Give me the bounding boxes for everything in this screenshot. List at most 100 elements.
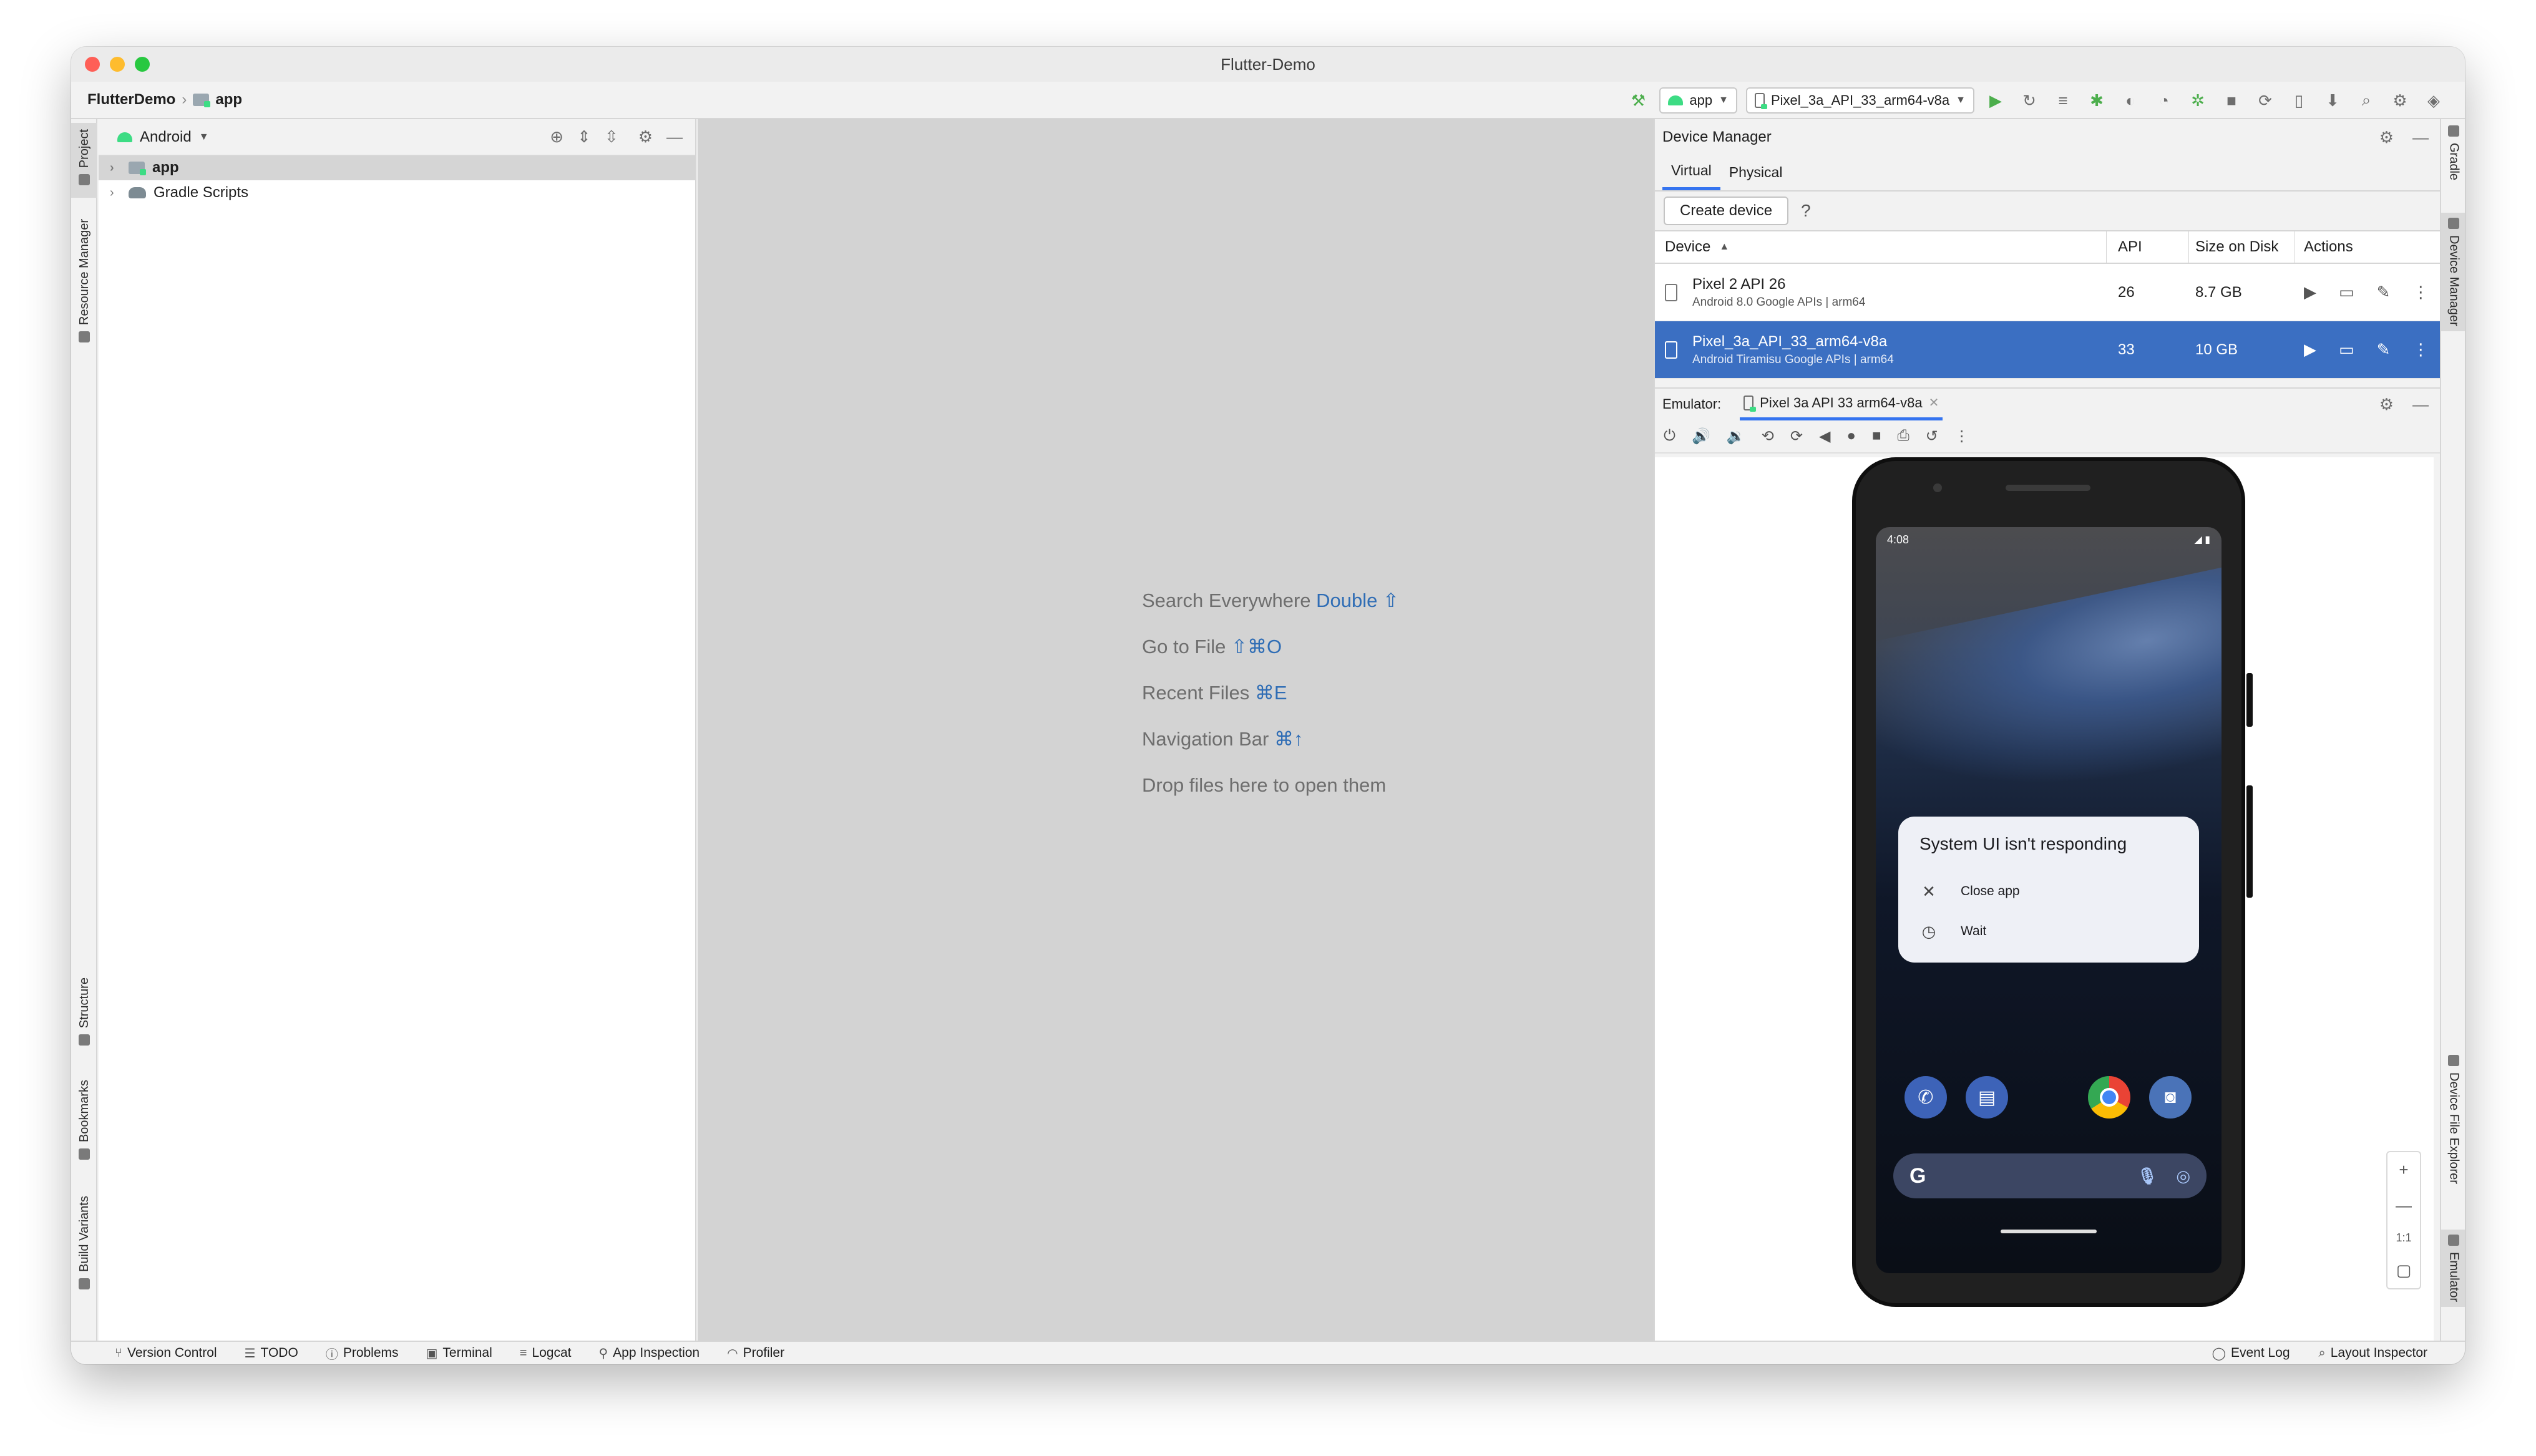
more-vert-icon[interactable]: ⋮	[2412, 340, 2429, 359]
column-header-size[interactable]: Size on Disk	[2189, 231, 2295, 263]
hide-panel-icon[interactable]: —	[2412, 128, 2429, 147]
zoom-actual-size-button[interactable]: 1:1	[2396, 1231, 2411, 1245]
overview-icon[interactable]: ■	[1872, 427, 1881, 445]
help-icon[interactable]: ?	[1801, 201, 1811, 221]
chevron-right-icon[interactable]: ›	[110, 186, 121, 200]
chevron-right-icon[interactable]: ›	[110, 161, 121, 175]
zoom-in-icon[interactable]: +	[2399, 1160, 2408, 1180]
back-icon[interactable]: ◀	[1819, 427, 1830, 445]
more-vert-icon[interactable]: ⋮	[2412, 283, 2429, 302]
launch-icon[interactable]: ▶	[2304, 340, 2316, 359]
gear-icon[interactable]: ⚙	[2379, 128, 2394, 147]
folder-open-icon[interactable]: ▭	[2339, 283, 2354, 302]
device-select[interactable]: Pixel_3a_API_33_arm64-v8a ▼	[1745, 87, 1974, 114]
tab-virtual[interactable]: Virtual	[1662, 154, 1720, 190]
google-search-bar[interactable]: G 🎙 ◎	[1893, 1153, 2207, 1198]
collapse-all-icon[interactable]: ⇳	[605, 127, 618, 147]
table-row[interactable]: Pixel 2 API 26 Android 8.0 Google APIs |…	[1655, 264, 2440, 321]
zoom-fit-icon[interactable]: ▢	[2396, 1261, 2412, 1280]
emulator-tab[interactable]: Pixel 3a API 33 arm64-v8a ✕	[1740, 388, 1943, 420]
edit-icon[interactable]: ✎	[2377, 283, 2391, 302]
zoom-out-icon[interactable]: —	[2396, 1196, 2412, 1215]
close-icon[interactable]: ✕	[1929, 395, 1939, 410]
apply-code-changes-icon[interactable]: ≡	[2051, 88, 2075, 113]
snapshot-icon[interactable]: ↺	[1926, 427, 1938, 445]
stop-icon[interactable]: ■	[2219, 88, 2244, 113]
tab-problems[interactable]: ⓘ Problems	[326, 1344, 399, 1362]
breadcrumb-project[interactable]: FlutterDemo	[87, 91, 175, 109]
tab-build-variants[interactable]: Build Variants	[71, 1196, 97, 1289]
launch-icon[interactable]: ▶	[2304, 283, 2316, 302]
tab-resource-manager[interactable]: Resource Manager	[71, 219, 97, 343]
tab-gradle[interactable]: Gradle	[2441, 125, 2465, 180]
microphone-icon[interactable]: 🎙	[2137, 1167, 2157, 1186]
lens-icon[interactable]: ◎	[2176, 1167, 2190, 1186]
run-icon[interactable]: ▶	[1983, 88, 2008, 113]
breadcrumb-module[interactable]: app	[215, 91, 242, 109]
folder-open-icon[interactable]: ▭	[2339, 340, 2354, 359]
rotate-right-icon[interactable]: ⟳	[1790, 427, 1803, 445]
coverage-icon[interactable]: ◐	[2118, 88, 2143, 113]
hammer-icon[interactable]: ⚒	[1626, 88, 1651, 113]
search-icon[interactable]: ⌕	[2354, 88, 2379, 113]
gear-icon[interactable]: ⚙	[2387, 88, 2412, 113]
tree-item-gradle-scripts[interactable]: › Gradle Scripts	[99, 180, 695, 205]
tab-physical[interactable]: Physical	[1720, 154, 1792, 190]
tree-item-app[interactable]: › app	[99, 155, 695, 180]
column-header-api[interactable]: API	[2107, 231, 2189, 263]
phone-app-icon[interactable]: ✆	[1904, 1076, 1947, 1119]
volume-down-icon[interactable]: 🔉	[1727, 427, 1745, 445]
tab-version-control[interactable]: ⑂ Version Control	[115, 1346, 217, 1361]
profile-icon[interactable]: ◔	[2152, 88, 2177, 113]
messages-app-icon[interactable]: ▤	[1966, 1076, 2008, 1119]
chrome-app-icon[interactable]	[2088, 1076, 2130, 1119]
locate-icon[interactable]: ⊕	[550, 127, 563, 147]
tab-device-file-explorer[interactable]: Device File Explorer	[2441, 1055, 2465, 1184]
expand-all-icon[interactable]: ⇕	[577, 127, 591, 147]
wait-option[interactable]: ◷ Wait	[1919, 911, 2178, 951]
hide-panel-icon[interactable]: —	[2412, 395, 2429, 414]
tab-logcat[interactable]: ≡ Logcat	[520, 1346, 572, 1361]
camera-app-icon[interactable]: ◙	[2149, 1076, 2192, 1119]
sync-gradle-icon[interactable]: ⟳	[2253, 88, 2278, 113]
minimize-window-button[interactable]	[110, 57, 125, 72]
close-app-option[interactable]: ✕ Close app	[1919, 871, 2178, 911]
gemini-icon[interactable]: ◈	[2421, 88, 2446, 113]
column-header-device[interactable]: Device ▲	[1655, 231, 2107, 263]
gesture-home-bar[interactable]	[2001, 1230, 2097, 1233]
tab-app-inspection[interactable]: ⚲ App Inspection	[599, 1346, 700, 1361]
hide-panel-icon[interactable]: —	[666, 127, 683, 147]
tab-terminal[interactable]: ▣ Terminal	[426, 1346, 492, 1361]
tab-bookmarks[interactable]: Bookmarks	[71, 1080, 97, 1160]
volume-up-icon[interactable]: 🔊	[1692, 427, 1710, 445]
device-manager-icon[interactable]: ▯	[2286, 88, 2311, 113]
chevron-down-icon[interactable]: ▼	[199, 132, 209, 143]
create-device-button[interactable]: Create device	[1664, 197, 1789, 225]
tab-emulator[interactable]: Emulator	[2441, 1230, 2465, 1308]
phone-screen[interactable]: 4:08 ◢ ▮ System UI isn't responding ✕ Cl…	[1876, 527, 2221, 1273]
rotate-left-icon[interactable]: ⟲	[1762, 427, 1774, 445]
edit-icon[interactable]: ✎	[2377, 340, 2391, 359]
gear-icon[interactable]: ⚙	[638, 127, 653, 147]
tab-layout-inspector[interactable]: ⌕ Layout Inspector	[2319, 1346, 2427, 1361]
tab-profiler[interactable]: ◠ Profiler	[727, 1346, 784, 1361]
close-window-button[interactable]	[85, 57, 100, 72]
power-icon[interactable]: ⏻	[1664, 427, 1675, 445]
debug-icon[interactable]: ✱	[2084, 88, 2109, 113]
camera-icon[interactable]: ⎙	[1897, 427, 1909, 445]
attach-debugger-icon[interactable]: ✲	[2185, 88, 2210, 113]
more-vert-icon[interactable]: ⋮	[1954, 427, 1969, 445]
sdk-manager-icon[interactable]: ⬇	[2320, 88, 2345, 113]
home-icon[interactable]: ●	[1846, 427, 1856, 445]
apply-changes-icon[interactable]: ↻	[2017, 88, 2042, 113]
tab-event-log[interactable]: ◯ Event Log	[2212, 1346, 2290, 1361]
project-view-select[interactable]: Android	[140, 129, 192, 146]
maximize-window-button[interactable]	[135, 57, 150, 72]
tab-project[interactable]: Project	[71, 123, 97, 198]
tab-device-manager[interactable]: Device Manager	[2441, 213, 2465, 331]
tab-structure[interactable]: Structure	[71, 978, 97, 1046]
tab-todo[interactable]: ☰ TODO	[245, 1346, 298, 1361]
gear-icon[interactable]: ⚙	[2379, 395, 2394, 414]
run-config-select[interactable]: app ▼	[1659, 87, 1737, 114]
table-row[interactable]: Pixel_3a_API_33_arm64-v8a Android Tirami…	[1655, 321, 2440, 379]
